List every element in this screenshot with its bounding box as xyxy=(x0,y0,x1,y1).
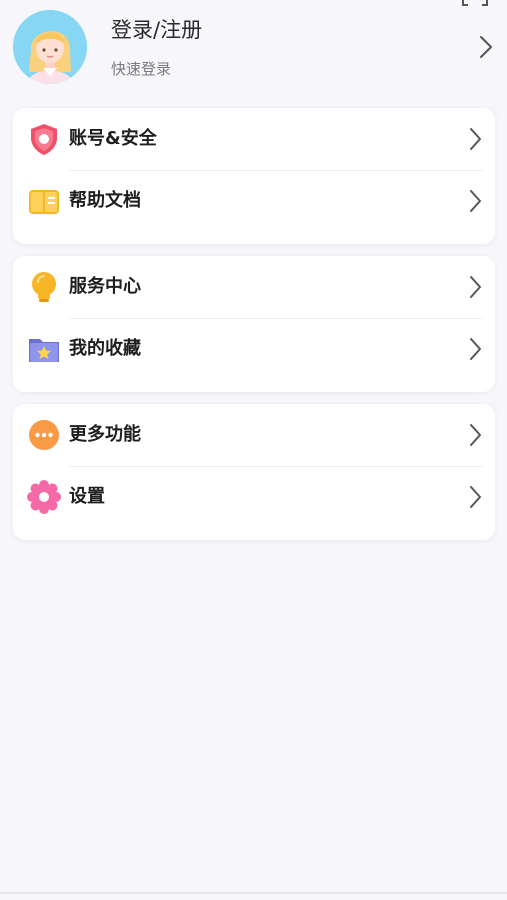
chevron-right-icon xyxy=(470,486,481,508)
menu-item-my-favorites[interactable]: 我的收藏 xyxy=(13,318,495,380)
menu-item-label: 帮助文档 xyxy=(69,190,141,211)
gear-flower-icon xyxy=(27,480,61,514)
chevron-right-icon xyxy=(470,338,481,360)
chevron-right-icon xyxy=(470,128,481,150)
menu-card-account: 账号&安全 帮助文档 xyxy=(13,108,495,244)
menu-item-account-security[interactable]: 账号&安全 xyxy=(13,108,495,170)
chevron-right-icon xyxy=(470,424,481,446)
menu-item-label: 账号&安全 xyxy=(69,128,157,149)
login-header[interactable]: 登录/注册 快速登录 xyxy=(0,0,507,100)
chevron-right-icon xyxy=(470,276,481,298)
menu-card-service: 服务中心 我的收藏 xyxy=(13,256,495,392)
menu-item-label: 我的收藏 xyxy=(69,338,141,359)
chevron-right-icon xyxy=(470,190,481,212)
folder-star-icon xyxy=(29,339,59,362)
chevron-right-icon[interactable] xyxy=(479,35,493,59)
menu-item-label: 设置 xyxy=(69,486,105,507)
menu-item-label: 更多功能 xyxy=(69,424,141,445)
menu-item-settings[interactable]: 设置 xyxy=(13,466,495,528)
menu-item-label: 服务中心 xyxy=(69,276,141,297)
menu-item-help-docs[interactable]: 帮助文档 xyxy=(13,170,495,232)
lightbulb-icon xyxy=(32,272,56,302)
menu-item-more-features[interactable]: 更多功能 xyxy=(13,404,495,466)
quick-login-subtitle[interactable]: 快速登录 xyxy=(111,59,171,79)
shield-icon xyxy=(31,124,57,155)
bottom-divider xyxy=(0,892,507,894)
menu-item-service-center[interactable]: 服务中心 xyxy=(13,256,495,318)
more-dots-icon xyxy=(29,420,59,450)
menu-card-more: 更多功能 设置 xyxy=(13,404,495,540)
avatar-girl-icon[interactable] xyxy=(13,10,87,84)
book-icon xyxy=(29,190,59,214)
login-register-title[interactable]: 登录/注册 xyxy=(111,16,202,44)
